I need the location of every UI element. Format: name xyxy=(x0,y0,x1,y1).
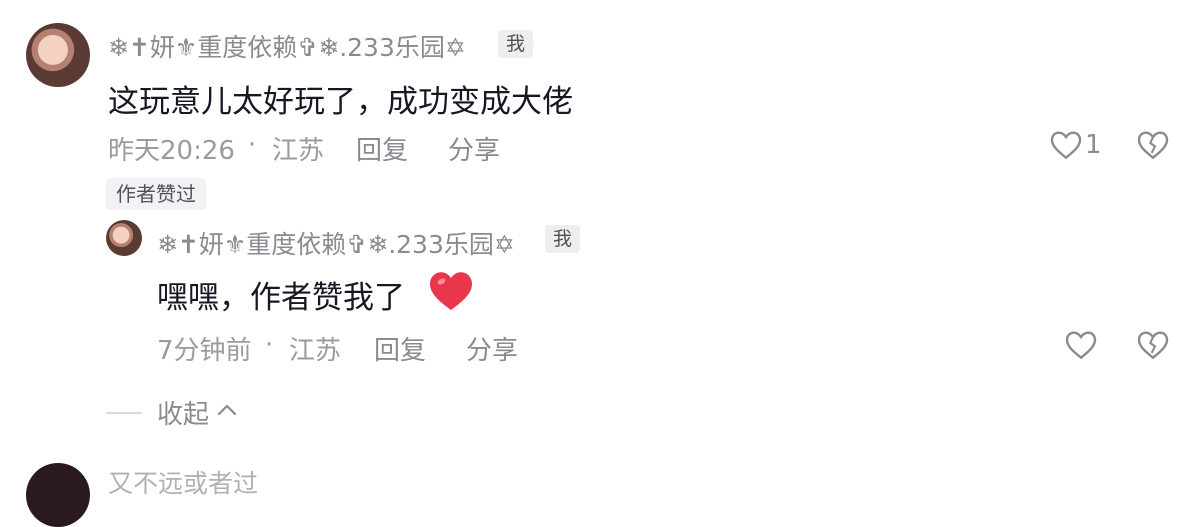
chevron-up-icon[interactable] xyxy=(216,402,238,418)
collapse-button[interactable]: 收起 xyxy=(157,394,209,431)
comment-username[interactable]: ❄✝妍⚜重度依赖✞❄.233乐园✡ xyxy=(108,28,466,64)
comment-time: 昨天20:26 xyxy=(108,136,235,166)
reply-content: 嘿嘿，作者赞我了 xyxy=(157,280,405,316)
next-comment-username[interactable]: 又不远或者过 xyxy=(108,464,258,500)
collapse-divider xyxy=(106,412,142,414)
reply-username[interactable]: ❄✝妍⚜重度依赖✞❄.233乐园✡ xyxy=(157,225,515,261)
reply-broken-heart-icon[interactable] xyxy=(1137,330,1169,360)
author-liked-tag: 作者赞过 xyxy=(106,178,206,210)
reply-location: 江苏 xyxy=(289,336,342,366)
reply-meta-dot: · xyxy=(265,330,274,360)
red-heart-emoji xyxy=(428,270,474,312)
comment-meta-dot: · xyxy=(248,130,257,160)
comment-content: 这玩意儿太好玩了，成功变成大佬 xyxy=(108,84,573,120)
comment-me-badge: 我 xyxy=(498,30,534,58)
comment-avatar[interactable] xyxy=(26,23,90,87)
reply-time: 7分钟前 xyxy=(157,336,252,366)
reply-heart-outline-icon[interactable] xyxy=(1065,330,1097,360)
next-comment-avatar[interactable] xyxy=(26,463,90,527)
reply-share-button[interactable]: 分享 xyxy=(466,330,518,367)
reply-avatar[interactable] xyxy=(106,220,142,256)
heart-outline-icon[interactable] xyxy=(1050,130,1082,160)
reply-reply-button[interactable]: 回复 xyxy=(374,330,426,367)
broken-heart-icon[interactable] xyxy=(1137,130,1169,160)
comment-location: 江苏 xyxy=(272,136,325,166)
reply-me-badge: 我 xyxy=(545,225,581,253)
comment-share-button[interactable]: 分享 xyxy=(448,130,500,167)
comment-like-count: 1 xyxy=(1085,130,1102,160)
comment-reply-button[interactable]: 回复 xyxy=(356,130,408,167)
